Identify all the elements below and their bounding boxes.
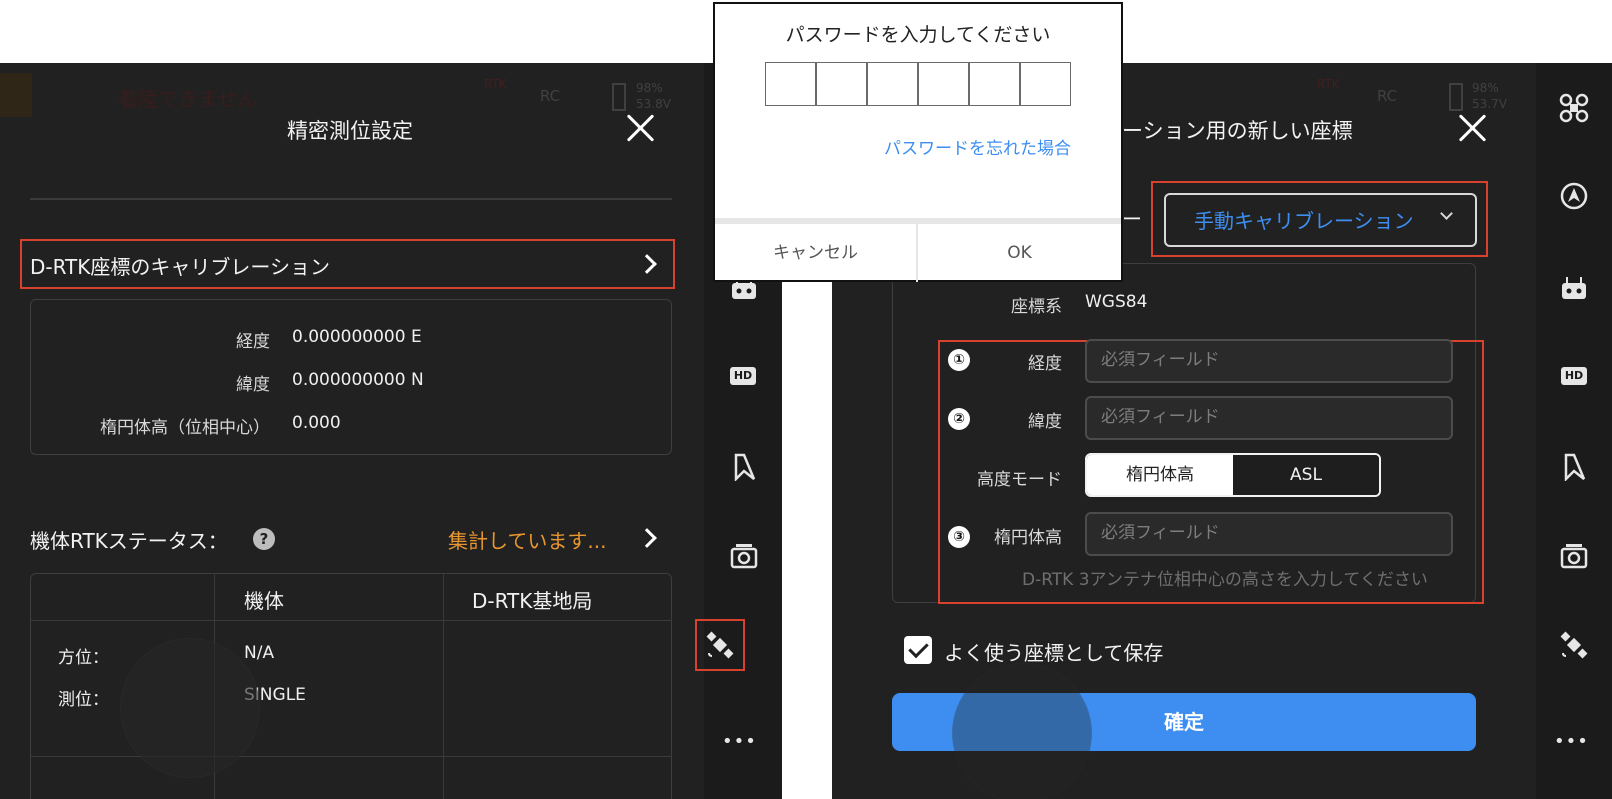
robot-icon[interactable] [1560,277,1588,305]
latitude-value: 0.000000000 N [292,370,424,390]
close-icon[interactable] [1457,113,1487,143]
longitude-input[interactable]: 必須フィールド [1085,339,1453,383]
drone-icon[interactable] [1559,93,1589,127]
ellipsoid-input[interactable]: 必須フィールド [1085,512,1453,556]
map-pin-icon[interactable] [1562,451,1588,485]
step-marker-2: ② [948,408,970,430]
table-col-divider [443,573,444,799]
password-digit-3[interactable] [867,62,918,106]
password-digit-2[interactable] [816,62,867,106]
table-header-base: D-RTK基地局 [472,589,593,613]
hud-battery-volt: 53.8V [636,97,671,111]
close-icon[interactable] [625,113,655,143]
ok-button[interactable]: OK [918,224,1121,282]
password-dialog: パスワードを入力してください パスワードを忘れた場合 キャンセル OK [713,2,1123,282]
dialog-title: パスワードを入力してください [785,24,1051,46]
altitude-mode-label: 高度モード [977,470,1062,490]
forgot-password-link[interactable]: パスワードを忘れた場合 [875,134,1071,159]
source-label: ー [1122,207,1142,231]
latitude-label: 緯度 [236,375,270,395]
divider [30,198,672,200]
altitude-mode-asl[interactable]: ASL [1233,455,1379,495]
table-header-divider [30,620,672,621]
right-sidebar: HD ••• [1536,63,1612,799]
cancel-button[interactable]: キャンセル [715,224,916,282]
help-icon[interactable]: ? [253,528,275,550]
altitude-mode-toggle[interactable]: 楕円体高 ASL [1085,453,1381,497]
rtk-status-label: 機体RTKステータス： [30,529,228,553]
map-pin-icon[interactable] [732,451,758,485]
table-cell-aircraft: N/A [244,643,275,663]
save-coordinate-checkbox[interactable] [904,636,932,664]
table-row-label: 方位： [58,648,109,668]
chevron-right-icon[interactable] [637,528,657,548]
hud-battery-pct: 98% [636,81,663,95]
calibration-row-label: D-RTK座標のキャリブレーション [30,255,330,279]
antenna-hint: D-RTK 3アンテナ位相中心の高さを入力してください [1022,570,1428,590]
hud-rtk-indicator: RTK [484,77,507,91]
longitude-value: 0.000000000 E [292,327,422,347]
coord-system-value: WGS84 [1085,292,1148,312]
password-digit-4[interactable] [918,62,969,106]
save-coordinate-label: よく使う座標として保存 [944,641,1164,665]
hud-rc-indicator: RC [540,87,561,105]
hud-status-text: 着陸できません [118,87,258,111]
hud-battery-pct: 98% [1472,81,1499,95]
table-row-divider [30,756,672,757]
hud-battery-icon [1449,83,1463,111]
source-dropdown-value: 手動キャリブレーション [1194,209,1414,233]
password-digit-6[interactable] [1020,62,1071,106]
more-icon[interactable]: ••• [1554,731,1589,752]
camera-icon[interactable] [730,543,758,573]
camera-icon[interactable] [1560,543,1588,573]
rtk-status-value: 集計しています... [448,529,607,553]
hud-battery-icon [612,83,626,111]
altitude-mode-ellipsoid[interactable]: 楕円体高 [1087,455,1233,495]
password-digit-5[interactable] [969,62,1020,106]
table-header-aircraft: 機体 [244,589,284,613]
longitude-label: 経度 [236,332,270,352]
hud-battery-volt: 53.7V [1472,97,1507,111]
longitude-label: 経度 [1028,354,1062,374]
coord-system-label: 座標系 [1011,297,1062,317]
left-settings-panel: 着陸できません RTK RC 98% 53.8V 精密測位設定 D-RTK座標の… [0,63,704,799]
ellipsoid-value: 0.000 [292,413,341,433]
latitude-input[interactable]: 必須フィールド [1085,396,1453,440]
latitude-label: 緯度 [1028,412,1062,432]
satellite-icon[interactable] [1560,631,1588,663]
table-row-label: 測位： [58,690,109,710]
compass-background [952,663,1092,799]
hud-rtk-indicator: RTK [1317,77,1340,91]
password-digit-1[interactable] [765,62,816,106]
hd-icon[interactable]: HD [730,367,756,385]
navigation-icon[interactable] [1560,182,1588,214]
ellipsoid-label: 楕円体高（位相中心） [100,418,270,438]
hud-left-warning-badge [0,73,32,117]
satellite-icon[interactable] [706,631,734,663]
step-marker-3: ③ [948,526,970,548]
page-title: ーション用の新しい座標 [1122,119,1353,143]
more-icon[interactable]: ••• [722,731,757,752]
hd-icon[interactable]: HD [1561,367,1587,385]
hud-rc-indicator: RC [1377,87,1398,105]
page-title: 精密測位設定 [287,119,413,143]
ellipsoid-label: 楕円体高 [994,528,1062,548]
compass-background [120,638,260,778]
step-marker-1: ① [948,349,970,371]
